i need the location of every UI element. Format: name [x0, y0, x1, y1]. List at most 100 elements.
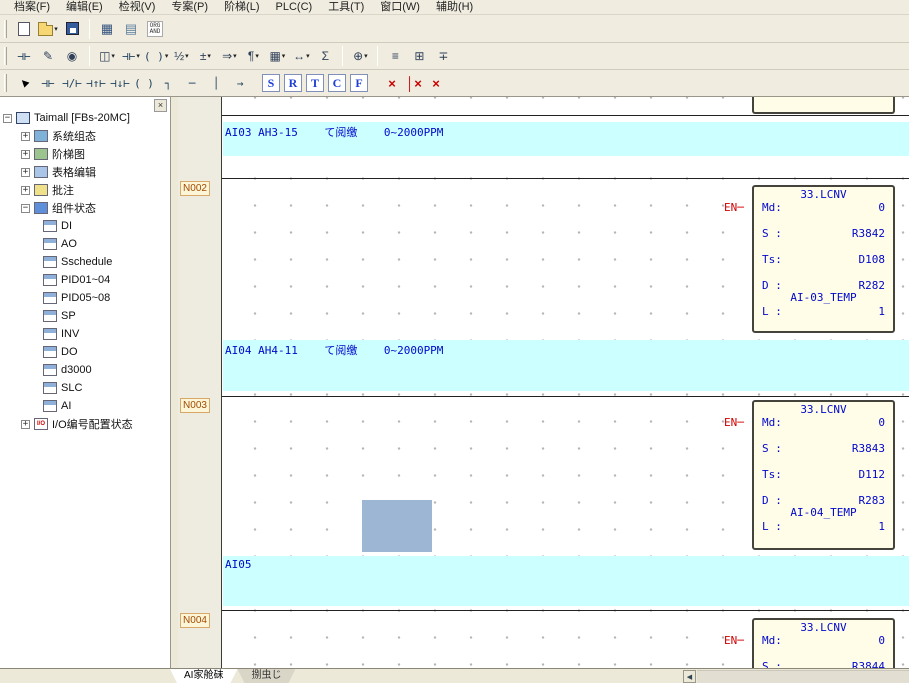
expand-icon[interactable]: +: [21, 150, 30, 159]
toolbar-grip[interactable]: [4, 20, 7, 38]
tree-item-comment[interactable]: + 批注: [3, 181, 170, 199]
network-comment[interactable]: AI04 AH4-11 て阅缴 0~2000PPM: [223, 340, 909, 391]
tree-item-sp[interactable]: SP: [3, 307, 170, 325]
contact-falling-button[interactable]: ⊣↓⊢: [109, 72, 131, 94]
tree-item-slc[interactable]: SLC: [3, 379, 170, 397]
tree-item-do[interactable]: DO: [3, 343, 170, 361]
output-arrow-button[interactable]: →: [229, 72, 251, 94]
dropdown-caret-icon[interactable]: ▾: [364, 52, 368, 60]
vline-button[interactable]: │: [205, 72, 227, 94]
sum-button[interactable]: Σ: [314, 45, 336, 67]
contact-a-button[interactable]: ⊣⊢: [37, 72, 59, 94]
dropdown-caret-icon[interactable]: ▾: [207, 52, 211, 60]
delete-network-button[interactable]: ×: [426, 72, 446, 94]
tree-item-system-config[interactable]: + 系统组态: [3, 127, 170, 145]
network-edit-button[interactable]: ⊣⊢: [13, 45, 35, 67]
function-picker-button[interactable]: ½▾: [170, 45, 192, 67]
dropdown-caret-icon[interactable]: ▾: [306, 52, 310, 60]
network-label[interactable]: N002: [180, 181, 210, 196]
branch-button[interactable]: ┐: [157, 72, 179, 94]
tree-item-sschedule[interactable]: Sschedule: [3, 253, 170, 271]
ladder-window-button[interactable]: ▦: [96, 18, 118, 40]
dropdown-caret-icon[interactable]: ▾: [111, 52, 115, 60]
menu-plc[interactable]: PLC(C): [268, 0, 321, 15]
ladder-editor[interactable]: AI03 AH3-15 て阅缴 0~2000PPM N002 EN─ 33.LC…: [178, 97, 909, 668]
io-picker-button[interactable]: ↔▾: [290, 45, 312, 67]
dropdown-caret-icon[interactable]: ▾: [233, 52, 237, 60]
open-caret-icon[interactable]: ▾: [54, 25, 58, 33]
expand-icon[interactable]: +: [21, 132, 30, 141]
new-file-button[interactable]: [13, 18, 35, 40]
sort-button[interactable]: ≡: [384, 45, 406, 67]
monitor-button[interactable]: ◉: [61, 45, 83, 67]
menu-help[interactable]: 辅助(H): [428, 0, 481, 15]
tree-item-inv[interactable]: INV: [3, 325, 170, 343]
org-and-button[interactable]: ORG AND: [144, 18, 166, 40]
contact-rising-button[interactable]: ⊣↑⊢: [85, 72, 107, 94]
network-label[interactable]: N004: [180, 613, 210, 628]
tab-ai-settings[interactable]: AI家舱砞: [170, 669, 237, 683]
dropdown-caret-icon[interactable]: ▾: [165, 52, 169, 60]
zoom-picker-button[interactable]: ⊕▾: [349, 45, 371, 67]
network-comment[interactable]: AI05: [223, 556, 909, 606]
menu-view[interactable]: 检视(V): [111, 0, 164, 15]
counter-button[interactable]: C: [328, 74, 346, 92]
open-file-button[interactable]: ▾: [37, 18, 59, 40]
compare-picker-button[interactable]: ±▾: [194, 45, 216, 67]
grid-button[interactable]: ⊞: [408, 45, 430, 67]
tree-item-ao[interactable]: AO: [3, 235, 170, 253]
tree-item-io-config[interactable]: + I/O I/O编号配置状态: [3, 415, 170, 433]
tree-item-pid05-08[interactable]: PID05~08: [3, 289, 170, 307]
matrix-picker-button[interactable]: ▦▾: [266, 45, 288, 67]
contact-picker-button[interactable]: ⊣⊢▾: [120, 45, 142, 67]
edit-cursor-cell[interactable]: [362, 500, 432, 552]
dropdown-caret-icon[interactable]: ▾: [255, 52, 259, 60]
function-block-lcnv-3[interactable]: 33.LCNV Md:0 S :R3844: [752, 618, 895, 668]
tree-root[interactable]: − Taimall [FBs-20MC]: [3, 109, 170, 127]
network-label[interactable]: N003: [180, 398, 210, 413]
convert-picker-button[interactable]: ¶▾: [242, 45, 264, 67]
function-block-partial-top[interactable]: [752, 97, 895, 114]
function-block-lcnv-1[interactable]: 33.LCNV Md:0 S :R3842 Ts:D108 D :R282 AI…: [752, 185, 895, 333]
dropdown-caret-icon[interactable]: ▾: [136, 52, 140, 60]
contact-b-button[interactable]: ⊣/⊢: [61, 72, 83, 94]
scroll-left-button[interactable]: ◀: [683, 670, 696, 683]
coil-button[interactable]: ( ): [133, 72, 155, 94]
expand-icon[interactable]: +: [21, 186, 30, 195]
tree-item-ladder-diagram[interactable]: + 阶梯图: [3, 145, 170, 163]
step-button[interactable]: ∓: [432, 45, 454, 67]
tree-item-d3000[interactable]: d3000: [3, 361, 170, 379]
delete-vline-button[interactable]: │×: [404, 72, 424, 94]
network-comment[interactable]: AI03 AH3-15 て阅缴 0~2000PPM: [223, 122, 909, 156]
menu-project[interactable]: 专案(P): [163, 0, 216, 15]
expand-icon[interactable]: +: [21, 168, 30, 177]
tree-item-ai[interactable]: AI: [3, 397, 170, 415]
set-coil-button[interactable]: S: [262, 74, 280, 92]
function-block-lcnv-2[interactable]: 33.LCNV Md:0 S :R3843 Ts:D112 D :R283 AI…: [752, 400, 895, 550]
tree-item-component-status[interactable]: − 组件状态: [3, 199, 170, 217]
tree-item-table-edit[interactable]: + 表格编辑: [3, 163, 170, 181]
select-pointer-button[interactable]: ►: [13, 72, 35, 94]
hline-button[interactable]: ─: [181, 72, 203, 94]
function-button[interactable]: F: [350, 74, 368, 92]
timer-button[interactable]: T: [306, 74, 324, 92]
dropdown-caret-icon[interactable]: ▾: [185, 52, 189, 60]
menu-edit[interactable]: 编辑(E): [58, 0, 111, 15]
tree-item-di[interactable]: DI: [3, 217, 170, 235]
delete-element-button[interactable]: ×: [382, 72, 402, 94]
menu-ladder[interactable]: 阶梯(L): [216, 0, 267, 15]
move-picker-button[interactable]: ⇒▾: [218, 45, 240, 67]
dropdown-caret-icon[interactable]: ▾: [282, 52, 286, 60]
monitor-window-button[interactable]: ▤: [120, 18, 142, 40]
tree-item-pid01-04[interactable]: PID01~04: [3, 271, 170, 289]
expand-icon[interactable]: +: [21, 420, 30, 429]
menu-tools[interactable]: 工具(T): [320, 0, 372, 15]
save-button[interactable]: [61, 18, 83, 40]
horizontal-scrollbar[interactable]: [697, 670, 909, 683]
toolbar-grip[interactable]: [4, 47, 7, 65]
toolbar-grip[interactable]: [4, 74, 7, 92]
edit-pencil-button[interactable]: ✎: [37, 45, 59, 67]
coil-picker-button[interactable]: ( )▾: [144, 45, 168, 67]
reset-coil-button[interactable]: R: [284, 74, 302, 92]
menu-window[interactable]: 窗口(W): [372, 0, 428, 15]
